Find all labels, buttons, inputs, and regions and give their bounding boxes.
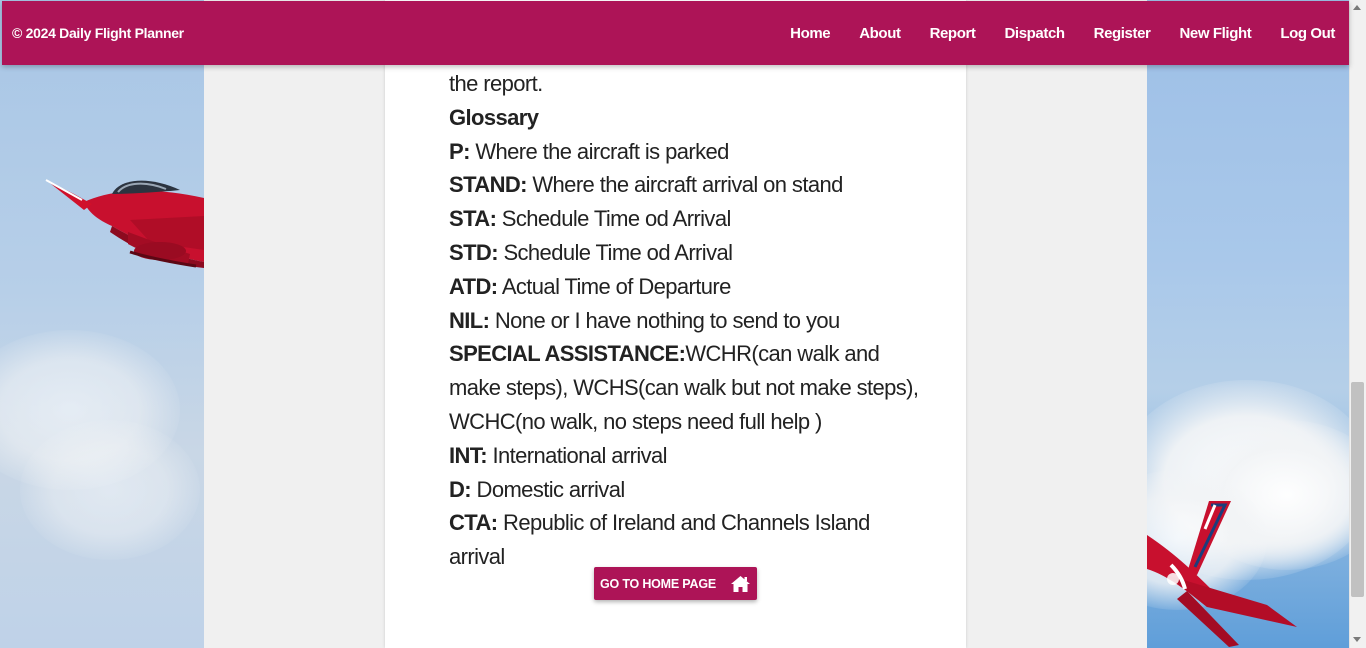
glossary-item: INT: International arrival [449,439,929,473]
glossary-term: NIL: [449,307,490,333]
glossary-definition: Schedule Time od Arrival [497,239,733,265]
glossary-item: STAND: Where the aircraft arrival on sta… [449,168,929,202]
brand-copyright: © 2024 Daily Flight Planner [12,25,184,41]
glossary-definition: Where the aircraft is parked [469,138,729,164]
scroll-down-arrow-icon[interactable] [1353,637,1361,642]
glossary-item: SPECIAL ASSISTANCE:WCHR(can walk and mak… [449,337,929,438]
nav-link-register[interactable]: Register [1094,25,1151,42]
nav-link-new-flight[interactable]: New Flight [1179,25,1251,42]
glossary-term: P: [449,138,470,164]
glossary-definition: Where the aircraft arrival on stand [526,172,843,198]
home-icon [730,575,751,593]
nav-link-log-out[interactable]: Log Out [1280,25,1335,42]
glossary-term: STD: [449,239,499,265]
glossary-item: ATD: Actual Time of Departure [449,270,929,304]
nav-links: Home About Report Dispatch Register New … [761,25,1335,42]
scroll-up-arrow-icon[interactable] [1353,5,1361,10]
glossary-heading: Glossary [449,104,539,130]
intro-text: the report. [449,71,543,96]
glossary-definition: International arrival [486,442,667,468]
glossary-item: P: Where the aircraft is parked [449,135,929,169]
glossary-definition: Republic of Ireland and Channels Island … [449,510,870,570]
glossary-definition: Actual Time of Departure [497,273,732,299]
glossary-section: the report. Glossary P: Where the aircra… [449,67,929,574]
background-sky-right [1147,0,1349,648]
go-to-home-page-button[interactable]: Go to home page [594,567,757,600]
red-arrows-jet-right-image [1147,501,1297,647]
glossary-term: STAND: [449,172,527,198]
glossary-list: P: Where the aircraft is parked STAND: Wh… [449,135,929,574]
glossary-item: STA: Schedule Time od Arrival [449,202,929,236]
glossary-term: CTA: [449,510,498,536]
scrollbar-thumb[interactable] [1351,382,1364,597]
nav-link-dispatch[interactable]: Dispatch [1005,25,1066,42]
nav-link-report[interactable]: Report [930,25,976,42]
glossary-item: NIL: None or I have nothing to send to y… [449,304,929,338]
glossary-term: STA: [449,206,497,232]
glossary-item: D: Domestic arrival [449,473,929,507]
glossary-term: ATD: [449,273,498,299]
glossary-item: CTA: Republic of Ireland and Channels Is… [449,506,929,574]
glossary-item: STD: Schedule Time od Arrival [449,236,929,270]
nav-link-home[interactable]: Home [790,25,830,42]
nav-link-about[interactable]: About [859,25,901,42]
red-arrows-jet-left-image [45,179,204,268]
home-button-label: Go to home page [600,576,716,591]
glossary-term: D: [449,476,472,502]
glossary-definition: Domestic arrival [471,476,626,502]
background-sky-left [0,0,204,648]
glossary-term: INT: [449,442,488,468]
glossary-definition: Schedule Time od Arrival [496,206,732,232]
top-navbar: © 2024 Daily Flight Planner Home About R… [2,1,1349,65]
glossary-term: SPECIAL ASSISTANCE: [449,341,686,367]
glossary-definition: None or I have nothing to send to you [489,307,840,333]
